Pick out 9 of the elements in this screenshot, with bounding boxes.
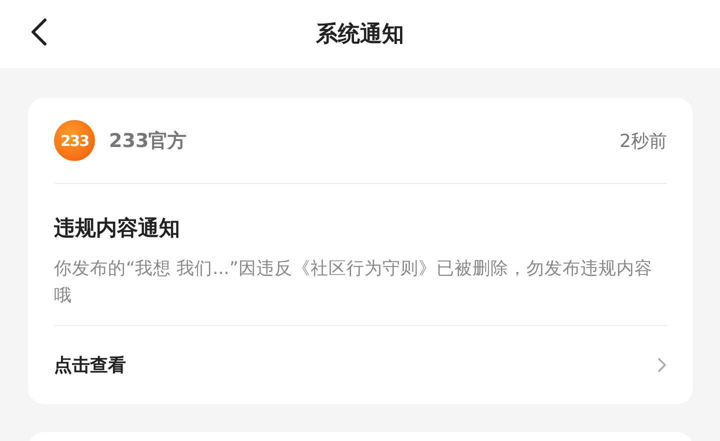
sender-name: 233官方 [109, 128, 188, 154]
notification-text: 你发布的“我想 我们...”因违反《社区行为守则》已被删除，勿发布违规内容哦 [54, 256, 667, 326]
logo: 233 [54, 120, 95, 161]
timestamp: 2秒前 [620, 130, 667, 152]
chevron-icon [657, 357, 667, 373]
notification-title: 违规内容通知 [54, 215, 181, 242]
view-link[interactable]: 点击查看 [54, 326, 667, 404]
back-icon[interactable] [30, 18, 48, 46]
page-title: 系统通知 [316, 21, 404, 49]
